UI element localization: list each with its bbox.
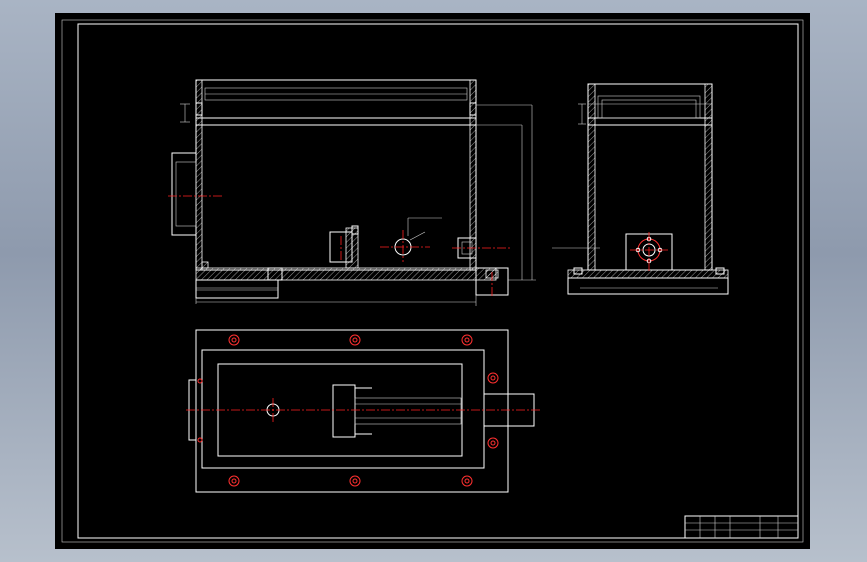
drawing-sheet: [55, 13, 810, 549]
cad-drawing[interactable]: [0, 0, 867, 562]
cad-viewport[interactable]: [0, 0, 867, 562]
